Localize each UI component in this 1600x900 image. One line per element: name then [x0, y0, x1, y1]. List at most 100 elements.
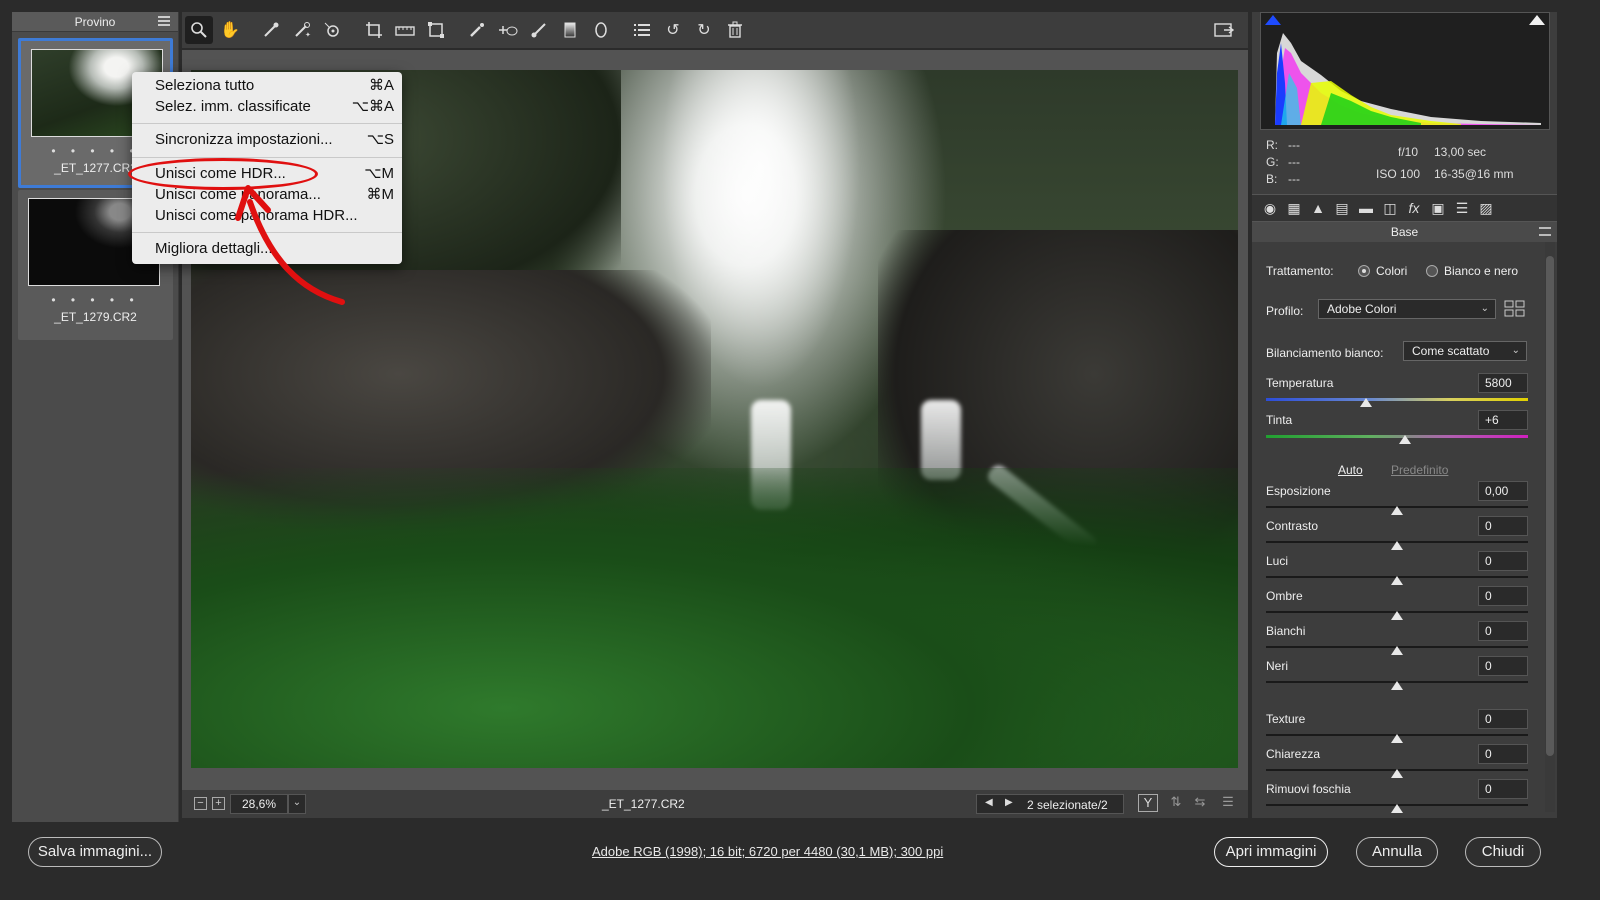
- slider-neri[interactable]: Neri 0: [1252, 656, 1542, 693]
- slider-value[interactable]: +6: [1478, 410, 1528, 430]
- slider-bianchi[interactable]: Bianchi 0: [1252, 621, 1542, 658]
- color-sampler-icon[interactable]: ✦: [288, 16, 316, 44]
- profile-browser-icon[interactable]: [1504, 300, 1526, 318]
- treatment-bw-radio[interactable]: [1426, 265, 1438, 277]
- rating-dots[interactable]: • • • • •: [18, 293, 173, 307]
- g-value: ---: [1288, 155, 1300, 169]
- cancel-button[interactable]: Annulla: [1356, 837, 1438, 867]
- slider-knob[interactable]: [1391, 769, 1403, 778]
- crop-icon[interactable]: [360, 16, 388, 44]
- tab-presets-icon[interactable]: ☰: [1450, 198, 1474, 218]
- zoom-in-button[interactable]: +: [212, 797, 225, 810]
- tab-snapshots-icon[interactable]: ▨: [1474, 198, 1498, 218]
- slider-knob[interactable]: [1391, 804, 1403, 813]
- targeted-adjustment-icon[interactable]: [319, 16, 347, 44]
- slider-value[interactable]: 0: [1478, 516, 1528, 536]
- white-balance-icon[interactable]: [257, 16, 285, 44]
- default-link[interactable]: Predefinito: [1391, 463, 1448, 477]
- zoom-level-field[interactable]: 28,6%: [230, 794, 288, 814]
- close-button[interactable]: Chiudi: [1465, 837, 1541, 867]
- slider-knob[interactable]: [1391, 576, 1403, 585]
- straighten-icon[interactable]: [391, 16, 419, 44]
- menu-item-sync-settings[interactable]: Sincronizza impostazioni... ⌥S: [155, 130, 394, 150]
- filmstrip-title: Provino: [74, 14, 116, 29]
- slider-esposizione[interactable]: Esposizione 0,00: [1252, 481, 1542, 518]
- view-settings-icon[interactable]: ☰: [1218, 794, 1238, 814]
- adjustment-brush-icon[interactable]: [525, 16, 553, 44]
- preferences-icon[interactable]: [628, 16, 656, 44]
- highlight-clipping-icon[interactable]: [1529, 15, 1545, 25]
- profile-select[interactable]: Adobe Colori ⌄: [1318, 299, 1496, 319]
- slider-value[interactable]: 0: [1478, 586, 1528, 606]
- tab-lens-icon[interactable]: ◫: [1378, 198, 1402, 218]
- tab-detail-icon[interactable]: ▲: [1306, 198, 1330, 218]
- compare-view-icon[interactable]: Y: [1138, 794, 1158, 812]
- slider-knob[interactable]: [1391, 734, 1403, 743]
- menu-item-select-all[interactable]: Seleziona tutto ⌘A: [155, 76, 394, 96]
- slider-value[interactable]: 0: [1478, 656, 1528, 676]
- rotate-right-icon[interactable]: ↻: [690, 16, 718, 44]
- panel-scrollbar[interactable]: [1545, 242, 1555, 812]
- tab-hsl-icon[interactable]: ▤: [1330, 198, 1354, 218]
- menu-item-select-rated[interactable]: Selez. imm. classificate ⌥⌘A: [155, 97, 394, 117]
- tab-calibration-icon[interactable]: ▣: [1426, 198, 1450, 218]
- slider-knob[interactable]: [1391, 541, 1403, 550]
- red-eye-icon[interactable]: [494, 16, 522, 44]
- fullscreen-icon[interactable]: [1210, 16, 1238, 44]
- thumbnail-filename: _ET_1279.CR2: [54, 310, 137, 324]
- slider-ombre[interactable]: Ombre 0: [1252, 586, 1542, 623]
- zoom-icon[interactable]: [185, 16, 213, 44]
- slider-value[interactable]: 0: [1478, 779, 1528, 799]
- slider-value[interactable]: 0,00: [1478, 481, 1528, 501]
- transform-icon[interactable]: [422, 16, 450, 44]
- tab-basic-icon[interactable]: ◉: [1258, 198, 1282, 218]
- r-label: R:: [1266, 138, 1278, 152]
- slider-knob[interactable]: [1391, 506, 1403, 515]
- treatment-color-radio[interactable]: [1358, 265, 1370, 277]
- next-image-button[interactable]: ▶: [1005, 797, 1013, 808]
- tab-effects-icon[interactable]: fx: [1402, 198, 1426, 218]
- open-images-button[interactable]: Apri immagini: [1214, 837, 1328, 867]
- slider-knob[interactable]: [1359, 398, 1372, 407]
- slider-track[interactable]: [1266, 398, 1528, 401]
- radial-filter-icon[interactable]: [587, 16, 615, 44]
- rotate-left-icon[interactable]: ↺: [659, 16, 687, 44]
- slider-value[interactable]: 0: [1478, 709, 1528, 729]
- panel-menu-icon[interactable]: [1539, 227, 1551, 236]
- auto-link[interactable]: Auto: [1338, 463, 1363, 477]
- slider-value[interactable]: 0: [1478, 744, 1528, 764]
- menu-item-shortcut: ⌘M: [366, 186, 395, 203]
- slider-track[interactable]: [1266, 435, 1528, 438]
- slider-chiarezza[interactable]: Chiarezza 0: [1252, 744, 1542, 781]
- slider-value[interactable]: 5800: [1478, 373, 1528, 393]
- graduated-filter-icon[interactable]: [556, 16, 584, 44]
- tab-split-toning-icon[interactable]: ▬: [1354, 198, 1378, 218]
- slider-luci[interactable]: Luci 0: [1252, 551, 1542, 588]
- trash-icon[interactable]: [721, 16, 749, 44]
- slider-knob[interactable]: [1391, 611, 1403, 620]
- treatment-label: Trattamento:: [1266, 264, 1334, 278]
- shadow-clipping-icon[interactable]: [1265, 15, 1281, 25]
- swap-icon[interactable]: ⇅: [1166, 794, 1186, 814]
- slider-knob[interactable]: [1391, 681, 1403, 690]
- prev-image-button[interactable]: ◀: [985, 797, 993, 808]
- tab-curve-icon[interactable]: ▦: [1282, 198, 1306, 218]
- temperature-slider[interactable]: Temperatura 5800: [1252, 373, 1542, 410]
- zoom-out-button[interactable]: −: [194, 797, 207, 810]
- slider-value[interactable]: 0: [1478, 551, 1528, 571]
- copy-settings-icon[interactable]: ⇆: [1190, 794, 1210, 814]
- tint-slider[interactable]: Tinta +6: [1252, 410, 1542, 447]
- white-balance-select[interactable]: Come scattato ⌄: [1403, 341, 1527, 361]
- slider-knob[interactable]: [1398, 435, 1411, 444]
- spot-removal-icon[interactable]: [463, 16, 491, 44]
- zoom-dropdown[interactable]: ⌄: [288, 794, 306, 814]
- workflow-options-link[interactable]: Adobe RGB (1998); 16 bit; 6720 per 4480 …: [592, 844, 943, 859]
- slider-value[interactable]: 0: [1478, 621, 1528, 641]
- slider-rimuovi-foschia[interactable]: Rimuovi foschia 0: [1252, 779, 1542, 816]
- slider-texture[interactable]: Texture 0: [1252, 709, 1542, 746]
- save-images-button[interactable]: Salva immagini...: [28, 837, 162, 867]
- slider-knob[interactable]: [1391, 646, 1403, 655]
- hand-icon[interactable]: ✋: [216, 16, 244, 44]
- filmstrip-menu-icon[interactable]: [158, 16, 170, 26]
- slider-contrasto[interactable]: Contrasto 0: [1252, 516, 1542, 553]
